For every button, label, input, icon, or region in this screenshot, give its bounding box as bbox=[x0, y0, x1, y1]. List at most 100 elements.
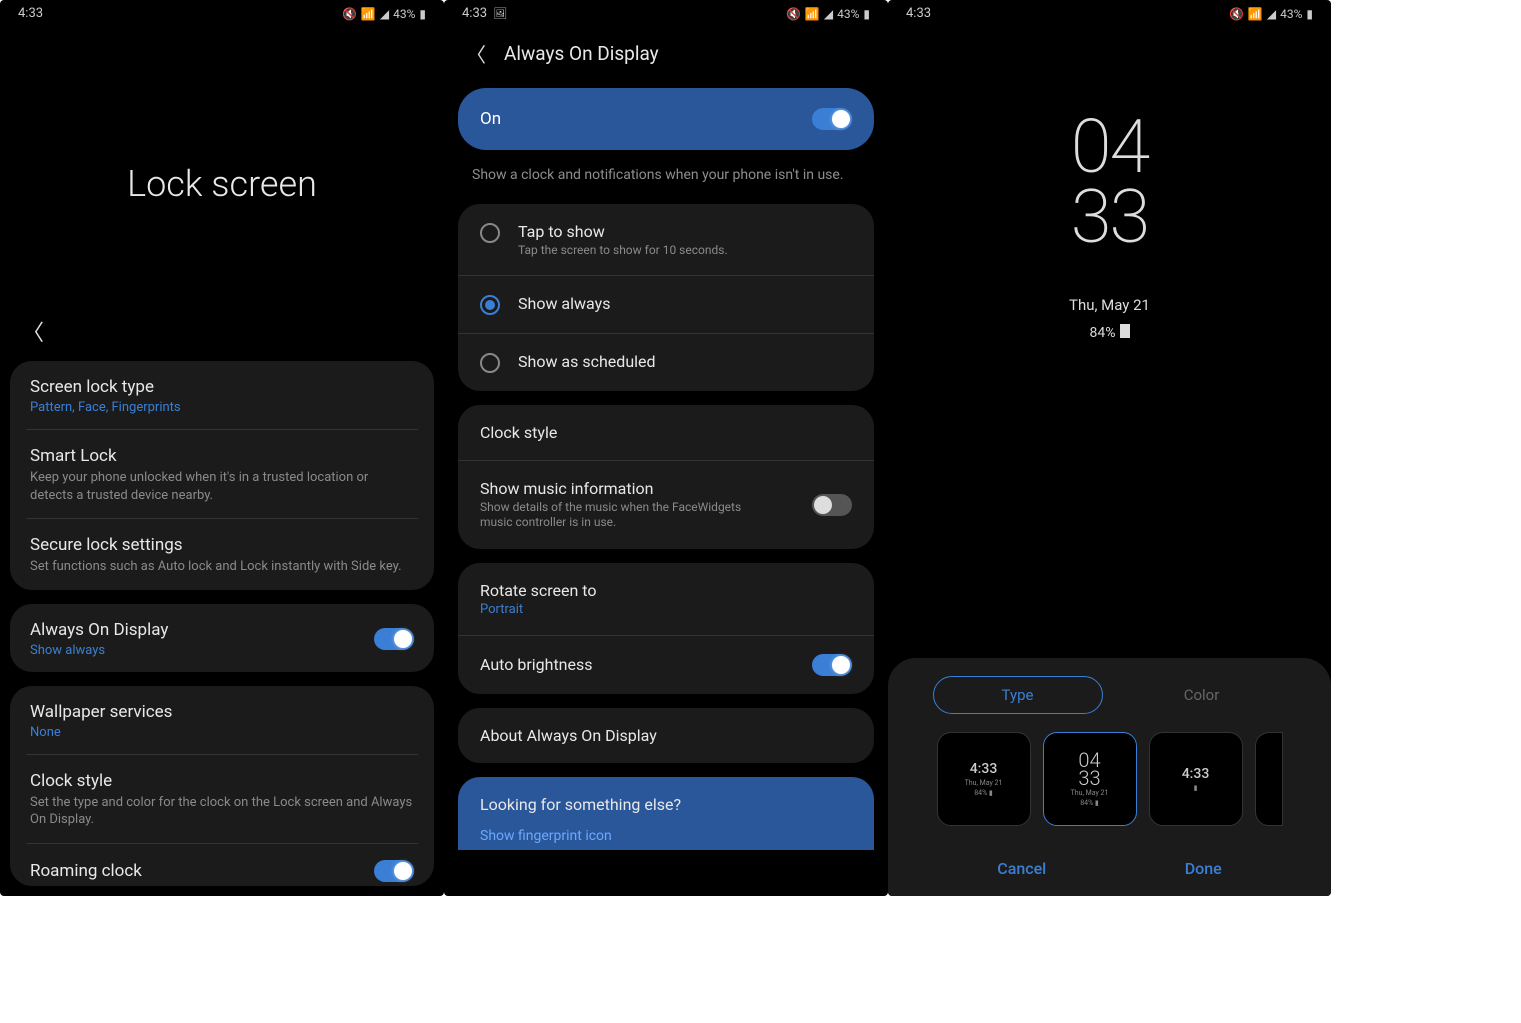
row-clock-style[interactable]: Clock style Set the type and color for t… bbox=[26, 755, 418, 844]
radio-icon bbox=[480, 223, 500, 243]
on-label: On bbox=[480, 109, 501, 129]
done-button[interactable]: Done bbox=[1185, 859, 1222, 878]
status-time: 4:33 bbox=[462, 6, 487, 21]
preview-minute: 33 bbox=[888, 183, 1331, 253]
wifi-icon: 📶 bbox=[361, 7, 376, 21]
card-batt: 84% ▮ bbox=[974, 789, 993, 797]
style-option-2[interactable]: 04 33 Thu, May 21 84% ▮ bbox=[1043, 732, 1137, 826]
row-always-on-display[interactable]: Always On Display Show always bbox=[26, 604, 418, 672]
row-title: Clock style bbox=[480, 423, 557, 442]
status-time: 4:33 bbox=[906, 6, 931, 21]
aod-toggle[interactable] bbox=[374, 628, 414, 650]
back-button[interactable]: 〈 bbox=[466, 39, 486, 68]
style-option-1[interactable]: 4:33 Thu, May 21 84% ▮ bbox=[937, 732, 1031, 826]
screen-clock-style-picker: 4:33 🔇 📶 ◢ 43% ▮ 04 33 Thu, May 21 84% T… bbox=[888, 0, 1331, 896]
looking-title: Looking for something else? bbox=[480, 795, 852, 814]
row-roaming-clock[interactable]: Roaming clock bbox=[26, 844, 418, 886]
screen-lock-settings: 4:33 🔇 📶 ◢ 43% ▮ Lock screen 〈 Screen lo… bbox=[0, 0, 444, 896]
row-title: Clock style bbox=[30, 771, 414, 791]
row-title: Secure lock settings bbox=[30, 535, 414, 555]
option-title: Show as scheduled bbox=[518, 352, 656, 371]
row-clock-style[interactable]: Clock style bbox=[458, 405, 874, 461]
status-time: 4:33 bbox=[18, 6, 43, 21]
row-title: Rotate screen to bbox=[480, 581, 597, 600]
header: 〈 Always On Display bbox=[444, 23, 888, 76]
looking-for-else: Looking for something else? Show fingerp… bbox=[458, 777, 874, 850]
option-show-scheduled[interactable]: Show as scheduled bbox=[458, 334, 874, 391]
card-time: 4:33 bbox=[970, 761, 998, 777]
tab-type[interactable]: Type bbox=[933, 676, 1103, 714]
styles-row[interactable]: 4:33 Thu, May 21 84% ▮ 04 33 Thu, May 21… bbox=[908, 732, 1311, 826]
row-title: Roaming clock bbox=[30, 861, 142, 881]
row-title: Show music information bbox=[480, 479, 760, 498]
cancel-button[interactable]: Cancel bbox=[997, 859, 1046, 878]
aod-master-toggle[interactable] bbox=[812, 108, 852, 130]
screen-aod-settings: 4:33 🖼 🔇 📶 ◢ 43% ▮ 〈 Always On Display O… bbox=[444, 0, 888, 896]
page-title: Lock screen bbox=[0, 163, 444, 205]
screenshot-icon: 🖼 bbox=[493, 7, 507, 20]
row-sub: None bbox=[30, 725, 414, 740]
row-smart-lock[interactable]: Smart Lock Keep your phone unlocked when… bbox=[26, 430, 418, 519]
option-title: Tap to show bbox=[518, 222, 728, 241]
row-sub: Portrait bbox=[480, 602, 597, 617]
brightness-toggle[interactable] bbox=[812, 654, 852, 676]
battery-icon: ▮ bbox=[863, 7, 870, 21]
group-lock: Screen lock type Pattern, Face, Fingerpr… bbox=[10, 361, 434, 590]
wifi-icon: 📶 bbox=[1248, 7, 1263, 21]
row-wallpaper-services[interactable]: Wallpaper services None bbox=[26, 686, 418, 755]
tab-row: Type Color bbox=[908, 676, 1311, 714]
group-about: About Always On Display bbox=[458, 708, 874, 763]
option-title: Show always bbox=[518, 294, 610, 313]
aod-preview: 04 33 bbox=[888, 113, 1331, 254]
row-music-info[interactable]: Show music information Show details of t… bbox=[458, 461, 874, 549]
status-bar: 4:33 🔇 📶 ◢ 43% ▮ bbox=[0, 0, 444, 23]
status-battery: 43% bbox=[393, 7, 415, 21]
radio-icon bbox=[480, 295, 500, 315]
roaming-toggle[interactable] bbox=[374, 860, 414, 882]
option-tap-to-show[interactable]: Tap to show Tap the screen to show for 1… bbox=[458, 204, 874, 276]
row-title: Auto brightness bbox=[480, 655, 593, 674]
card-date: Thu, May 21 bbox=[965, 779, 1003, 787]
battery-icon bbox=[1120, 324, 1130, 338]
aod-master-toggle-row[interactable]: On bbox=[458, 88, 874, 150]
status-bar: 4:33 🖼 🔇 📶 ◢ 43% ▮ bbox=[444, 0, 888, 23]
row-sub: Keep your phone unlocked when it's in a … bbox=[30, 469, 414, 504]
row-sub: Set functions such as Auto lock and Lock… bbox=[30, 558, 414, 576]
row-sub: Show details of the music when the FaceW… bbox=[480, 500, 760, 531]
row-title: Wallpaper services bbox=[30, 702, 414, 722]
row-screen-lock-type[interactable]: Screen lock type Pattern, Face, Fingerpr… bbox=[26, 361, 418, 430]
tab-color[interactable]: Color bbox=[1117, 676, 1287, 714]
row-sub: Set the type and color for the clock on … bbox=[30, 794, 414, 829]
preview-date: Thu, May 21 bbox=[888, 296, 1331, 314]
row-auto-brightness[interactable]: Auto brightness bbox=[458, 636, 874, 694]
preview-hour: 04 bbox=[888, 113, 1331, 183]
aod-description: Show a clock and notifications when your… bbox=[444, 150, 888, 190]
option-show-always[interactable]: Show always bbox=[458, 276, 874, 334]
row-title: About Always On Display bbox=[480, 726, 657, 745]
music-toggle[interactable] bbox=[812, 494, 852, 516]
row-sub: Pattern, Face, Fingerprints bbox=[30, 400, 414, 415]
status-bar: 4:33 🔇 📶 ◢ 43% ▮ bbox=[888, 0, 1331, 23]
signal-icon: ◢ bbox=[1267, 7, 1276, 21]
style-option-3[interactable]: 4:33 ▮ bbox=[1149, 732, 1243, 826]
card-date: Thu, May 21 bbox=[1071, 789, 1109, 797]
mute-icon: 🔇 bbox=[1229, 7, 1244, 21]
status-battery: 43% bbox=[837, 7, 859, 21]
row-rotate[interactable]: Rotate screen to Portrait bbox=[458, 563, 874, 636]
back-button[interactable]: 〈 bbox=[22, 315, 444, 347]
group-wallpaper-clock: Wallpaper services None Clock style Set … bbox=[10, 686, 434, 886]
fingerprint-link[interactable]: Show fingerprint icon bbox=[480, 828, 852, 844]
row-title: Smart Lock bbox=[30, 446, 414, 466]
row-secure-lock[interactable]: Secure lock settings Set functions such … bbox=[26, 519, 418, 590]
group-aod: Always On Display Show always bbox=[10, 604, 434, 672]
page-title: Always On Display bbox=[504, 42, 659, 65]
card-batt: 84% ▮ bbox=[1080, 799, 1099, 807]
row-title: Screen lock type bbox=[30, 377, 414, 397]
group-display-mode: Tap to show Tap the screen to show for 1… bbox=[458, 204, 874, 391]
style-option-4[interactable] bbox=[1255, 732, 1283, 826]
option-sub: Tap the screen to show for 10 seconds. bbox=[518, 243, 728, 257]
preview-battery-pct: 84% bbox=[1090, 325, 1116, 341]
footer-buttons: Cancel Done bbox=[888, 859, 1331, 878]
row-sub: Show always bbox=[30, 643, 168, 658]
row-about-aod[interactable]: About Always On Display bbox=[458, 708, 874, 763]
